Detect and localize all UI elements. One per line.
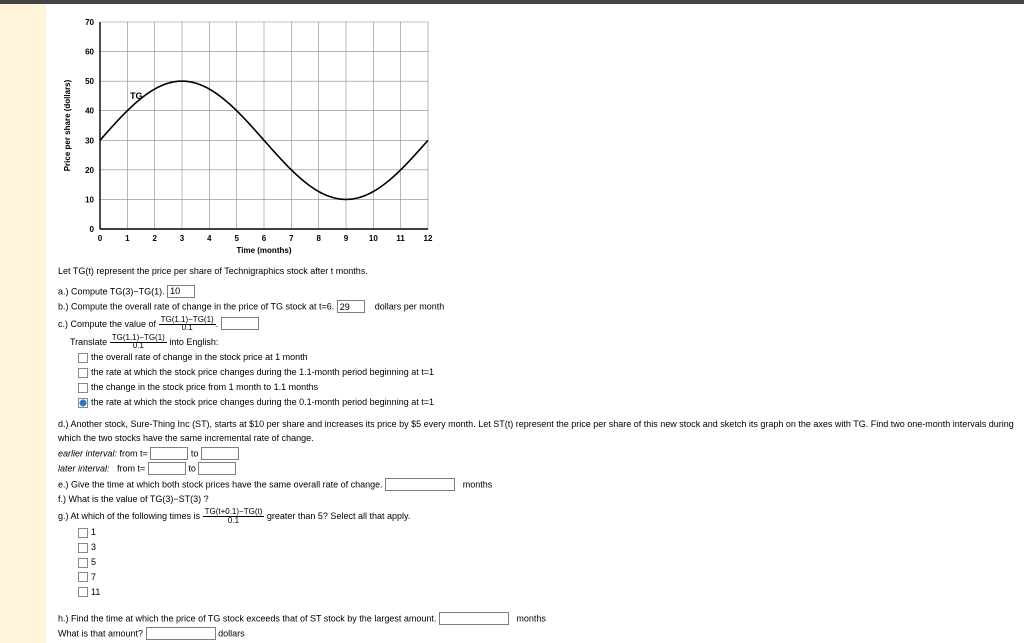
part-g: g.) At which of the following times is T… — [58, 508, 1024, 525]
part-e-label: e.) Give the time at which both stock pr… — [58, 479, 383, 489]
part-a-input[interactable] — [167, 285, 195, 298]
translate-label: Translate — [70, 336, 107, 346]
translate-fraction: TG(1.1)−TG(1)0.1 — [110, 334, 167, 351]
svg-text:4: 4 — [207, 234, 212, 243]
option-2[interactable]: the rate at which the stock price change… — [78, 366, 1024, 380]
svg-text:40: 40 — [85, 107, 94, 116]
checkbox-icon — [78, 572, 88, 582]
option-1[interactable]: the overall rate of change in the stock … — [78, 351, 1024, 365]
checkbox-icon — [78, 383, 88, 393]
part-c-input[interactable] — [221, 317, 259, 330]
checkbox-icon — [78, 543, 88, 553]
later-interval: later interval: from t= to — [58, 462, 1024, 476]
question-body: Let TG(t) represent the price per share … — [58, 265, 1024, 642]
svg-text:20: 20 — [85, 166, 94, 175]
svg-text:10: 10 — [85, 195, 94, 204]
part-h-u2: dollars — [218, 629, 245, 639]
earlier-label: earlier interval: — [58, 449, 117, 459]
svg-text:TG: TG — [130, 91, 143, 101]
svg-text:10: 10 — [369, 234, 378, 243]
svg-text:5: 5 — [234, 234, 239, 243]
part-c-fraction: TG(1.1)−TG(1)0.1 — [159, 316, 216, 333]
part-h-unit: months — [516, 613, 546, 623]
svg-text:11: 11 — [396, 234, 405, 243]
part-g-label-pre: g.) At which of the following times is — [58, 511, 200, 521]
part-c-label: c.) Compute the value of — [58, 319, 156, 329]
svg-text:3: 3 — [180, 234, 185, 243]
chart-svg: 0123456789101112010203040506070TGTime (m… — [58, 14, 438, 259]
svg-text:60: 60 — [85, 48, 94, 57]
intro-text: Let TG(t) represent the price per share … — [58, 265, 1024, 279]
part-e-input[interactable] — [385, 478, 455, 491]
svg-text:30: 30 — [85, 136, 94, 145]
option-4[interactable]: the rate at which the stock price change… — [78, 396, 1024, 410]
part-b: b.) Compute the overall rate of change i… — [58, 300, 1024, 314]
chart-figure: 0123456789101112010203040506070TGTime (m… — [58, 14, 1024, 261]
svg-text:70: 70 — [85, 18, 94, 27]
checkbox-icon — [78, 398, 88, 408]
part-a-label: a.) Compute TG(3)−TG(1). — [58, 286, 165, 296]
g-option-4[interactable]: 7 — [78, 571, 1024, 585]
svg-text:Price per share (dollars): Price per share (dollars) — [63, 79, 72, 171]
part-b-input[interactable] — [337, 300, 365, 313]
later-label: later interval: — [58, 464, 110, 474]
part-c: c.) Compute the value of TG(1.1)−TG(1)0.… — [58, 316, 1024, 333]
svg-text:7: 7 — [289, 234, 294, 243]
g-option-3[interactable]: 5 — [78, 556, 1024, 570]
svg-text:9: 9 — [344, 234, 349, 243]
left-margin-bar — [0, 4, 46, 643]
svg-text:12: 12 — [424, 234, 433, 243]
part-g-fraction: TG(t+0.1)−TG(t)0.1 — [203, 508, 265, 525]
part-b-label: b.) Compute the overall rate of change i… — [58, 302, 334, 312]
svg-text:0: 0 — [90, 225, 95, 234]
earlier-from-input[interactable] — [150, 447, 188, 460]
part-e: e.) Give the time at which both stock pr… — [58, 478, 1024, 492]
part-e-unit: months — [463, 479, 493, 489]
svg-text:8: 8 — [316, 234, 321, 243]
svg-text:0: 0 — [98, 234, 103, 243]
checkbox-icon — [78, 528, 88, 538]
checkbox-icon — [78, 558, 88, 568]
part-b-unit: dollars per month — [375, 302, 445, 312]
page-container: 0123456789101112010203040506070TGTime (m… — [0, 4, 1024, 643]
part-h-q2: What is that amount? — [58, 629, 143, 639]
g-option-1[interactable]: 1 — [78, 526, 1024, 540]
svg-text:Time (months): Time (months) — [237, 246, 292, 255]
part-h-label: h.) Find the time at which the price of … — [58, 613, 436, 623]
earlier-to-input[interactable] — [201, 447, 239, 460]
svg-text:1: 1 — [125, 234, 130, 243]
translate-line: Translate TG(1.1)−TG(1)0.1 into English: — [70, 334, 1024, 351]
part-g-label-post: greater than 5? Select all that apply. — [267, 511, 410, 521]
earlier-interval: earlier interval: from t= to — [58, 447, 1024, 461]
checkbox-icon — [78, 353, 88, 363]
g-option-2[interactable]: 3 — [78, 541, 1024, 555]
svg-text:50: 50 — [85, 77, 94, 86]
g-option-5[interactable]: 11 — [78, 586, 1024, 600]
part-f: f.) What is the value of TG(3)−ST(3) ? — [58, 493, 1024, 507]
checkbox-icon — [78, 368, 88, 378]
later-to-input[interactable] — [198, 462, 236, 475]
svg-text:6: 6 — [262, 234, 267, 243]
option-3[interactable]: the change in the stock price from 1 mon… — [78, 381, 1024, 395]
part-d-text: d.) Another stock, Sure-Thing Inc (ST), … — [58, 418, 1024, 446]
translate-suffix: into English: — [169, 336, 218, 346]
svg-text:2: 2 — [152, 234, 157, 243]
main-content: 0123456789101112010203040506070TGTime (m… — [46, 4, 1024, 643]
part-h-input[interactable] — [439, 612, 509, 625]
checkbox-icon — [78, 587, 88, 597]
part-a: a.) Compute TG(3)−TG(1). — [58, 285, 1024, 299]
part-h-sub: What is that amount? dollars — [58, 627, 1024, 641]
later-from-input[interactable] — [148, 462, 186, 475]
part-f-label: f.) What is the value of TG(3)−ST(3) ? — [58, 494, 209, 504]
part-h: h.) Find the time at which the price of … — [58, 612, 1024, 626]
part-h-amount-input[interactable] — [146, 627, 216, 640]
